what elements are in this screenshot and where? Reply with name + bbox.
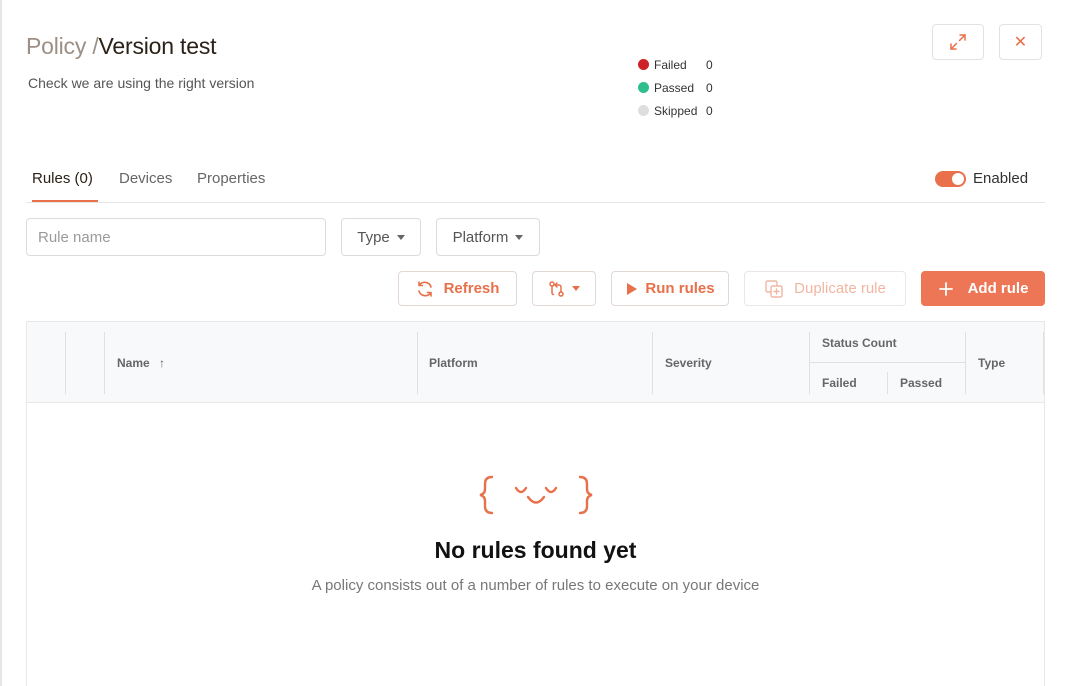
breadcrumb-policy[interactable]: Policy / xyxy=(26,33,99,59)
policy-name: Version test xyxy=(98,33,217,59)
rules-table: Name ↑ Platform Severity Status Count Fa… xyxy=(26,321,1045,686)
status-skipped-label: Skipped xyxy=(654,103,698,118)
run-rules-button[interactable]: Run rules xyxy=(611,271,729,306)
page-title: Policy /Version test xyxy=(26,33,217,60)
column-header-status-count: Status Count xyxy=(822,336,897,350)
close-icon: ✕ xyxy=(1013,34,1028,51)
caret-down-icon xyxy=(515,234,524,240)
duplicate-rule-label: Duplicate rule xyxy=(794,280,886,297)
tab-properties[interactable]: Properties xyxy=(197,170,265,187)
type-dropdown[interactable]: Type xyxy=(341,218,421,256)
status-passed: Passed 0 xyxy=(638,76,713,99)
expand-icon xyxy=(950,34,966,50)
status-failed-count: 0 xyxy=(706,57,713,72)
column-divider xyxy=(417,332,418,394)
branch-icon xyxy=(549,280,564,297)
status-legend: Failed 0 Passed 0 Skipped 0 xyxy=(638,53,713,122)
passed-dot-icon xyxy=(638,82,649,93)
caret-down-icon xyxy=(572,286,580,291)
enabled-toggle-group: Enabled xyxy=(935,170,1028,187)
policy-description: Check we are using the right version xyxy=(28,75,255,91)
column-divider xyxy=(965,332,966,394)
expand-button[interactable] xyxy=(932,24,984,60)
column-header-name[interactable]: Name ↑ xyxy=(117,356,165,370)
tab-devices[interactable]: Devices xyxy=(119,170,172,187)
play-icon xyxy=(627,282,638,295)
failed-dot-icon xyxy=(638,59,649,70)
duplicate-rule-button[interactable]: Duplicate rule xyxy=(744,271,906,306)
run-rules-label: Run rules xyxy=(645,280,715,297)
refresh-icon xyxy=(417,280,432,297)
status-passed-label: Passed xyxy=(654,80,695,95)
platform-dropdown[interactable]: Platform xyxy=(436,218,540,256)
status-failed: Failed 0 xyxy=(638,53,713,76)
tab-rules[interactable]: Rules (0) xyxy=(32,170,93,187)
branch-menu-button[interactable] xyxy=(532,271,596,306)
rule-name-input[interactable] xyxy=(26,218,326,256)
platform-dropdown-label: Platform xyxy=(452,228,509,246)
left-window-edge xyxy=(0,0,2,686)
column-divider xyxy=(65,332,66,394)
sort-ascending-icon: ↑ xyxy=(159,356,166,370)
close-button[interactable]: ✕ xyxy=(999,24,1042,60)
plus-icon xyxy=(938,281,953,296)
column-header-type[interactable]: Type xyxy=(978,356,1005,370)
column-divider xyxy=(809,332,810,394)
enabled-toggle[interactable] xyxy=(935,170,966,187)
skipped-dot-icon xyxy=(638,105,649,116)
status-skipped: Skipped 0 xyxy=(638,99,713,122)
column-header-severity[interactable]: Severity xyxy=(665,356,712,370)
enabled-label: Enabled xyxy=(973,170,1029,187)
column-divider xyxy=(652,332,653,394)
caret-down-icon xyxy=(396,234,405,240)
empty-face-icon xyxy=(27,472,1044,523)
column-name-label: Name xyxy=(117,356,150,370)
status-passed-count: 0 xyxy=(706,80,713,95)
column-header-failed[interactable]: Failed xyxy=(822,376,857,390)
empty-state-title: No rules found yet xyxy=(434,537,637,563)
column-divider xyxy=(1043,332,1044,394)
type-dropdown-label: Type xyxy=(357,228,390,246)
column-header-platform[interactable]: Platform xyxy=(429,356,478,370)
column-divider xyxy=(887,372,888,394)
add-rule-label: Add rule xyxy=(967,280,1029,297)
status-failed-label: Failed xyxy=(654,57,687,72)
status-count-divider xyxy=(810,362,966,363)
empty-state-subtitle: A policy consists out of a number of rul… xyxy=(311,577,760,594)
column-header-passed[interactable]: Passed xyxy=(900,376,942,390)
active-tab-indicator xyxy=(32,200,98,202)
toggle-knob xyxy=(952,172,964,185)
duplicate-icon xyxy=(765,279,783,298)
tab-bar: Rules (0) Devices Properties Enabled xyxy=(26,160,1045,203)
refresh-button[interactable]: Refresh xyxy=(398,271,517,306)
refresh-label: Refresh xyxy=(443,280,500,297)
add-rule-button[interactable]: Add rule xyxy=(921,271,1045,306)
status-skipped-count: 0 xyxy=(706,103,713,118)
table-header: Name ↑ Platform Severity Status Count Fa… xyxy=(27,322,1044,403)
column-divider xyxy=(104,332,105,394)
